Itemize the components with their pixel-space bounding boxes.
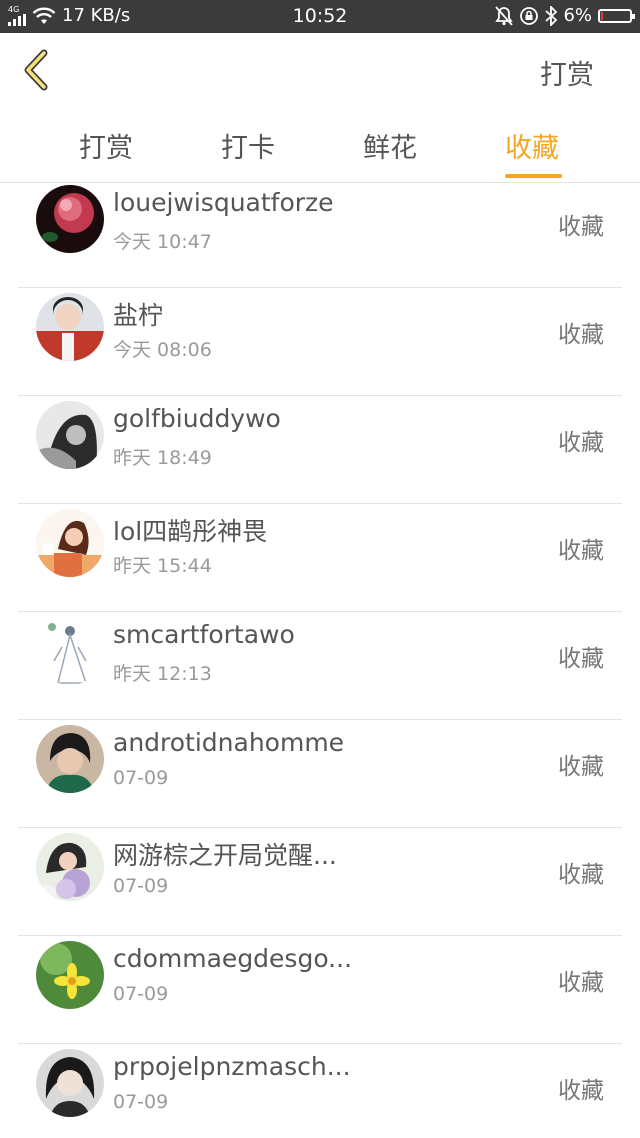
- status-bar: 4G 17 KB/s 10:52 6%: [0, 0, 640, 33]
- list-item[interactable]: 网游棕之开局觉醒... 07-09 收藏: [18, 828, 622, 936]
- item-action: 收藏: [558, 538, 604, 564]
- tab-favorites[interactable]: 收藏: [505, 126, 559, 165]
- list-item[interactable]: lol四鹋彤神畏 昨天 15:44 收藏: [18, 504, 622, 612]
- item-name: smcartfortawo: [113, 620, 295, 649]
- item-name: golfbiuddywo: [113, 404, 281, 433]
- item-time: 昨天 12:13: [113, 663, 212, 685]
- item-time: 今天 08:06: [113, 339, 212, 361]
- item-time: 07-09: [113, 983, 169, 1005]
- battery-level: [601, 11, 603, 20]
- item-action: 收藏: [558, 430, 604, 456]
- header: 打赏: [0, 33, 640, 108]
- list-item[interactable]: androtidnahomme 07-09 收藏: [18, 720, 622, 828]
- list-item[interactable]: cdommaegdesgo... 07-09 收藏: [18, 936, 622, 1044]
- status-right: 6%: [495, 5, 635, 26]
- list-item[interactable]: smcartfortawo 昨天 12:13 收藏: [18, 612, 622, 720]
- item-action: 收藏: [558, 214, 604, 240]
- item-name: cdommaegdesgo...: [113, 944, 353, 973]
- battery-icon: [598, 8, 635, 23]
- list-item[interactable]: prpojelpnzmasch... 07-09 收藏: [18, 1044, 622, 1138]
- avatar: [36, 725, 104, 793]
- list-item[interactable]: golfbiuddywo 昨天 18:49 收藏: [18, 396, 622, 504]
- item-name: lol四鹋彤神畏: [113, 517, 268, 546]
- back-button[interactable]: [18, 47, 66, 95]
- item-name: androtidnahomme: [113, 728, 345, 757]
- item-time: 07-09: [113, 1091, 169, 1113]
- item-name: 网游棕之开局觉醒...: [113, 841, 337, 870]
- avatar: [36, 617, 104, 685]
- tab-flowers[interactable]: 鲜花: [363, 126, 417, 165]
- bell-muted-icon: [495, 5, 514, 26]
- chevron-left-icon: [24, 49, 48, 91]
- avatar: [36, 401, 104, 469]
- tab-checkin[interactable]: 打卡: [221, 126, 275, 165]
- avatar: [36, 293, 104, 361]
- rotation-lock-icon: [520, 6, 539, 25]
- list-item[interactable]: louejwisquatforze 今天 10:47 收藏: [18, 180, 622, 288]
- item-time: 昨天 15:44: [113, 555, 212, 577]
- item-action: 收藏: [558, 862, 604, 888]
- item-time: 今天 10:47: [113, 231, 212, 253]
- bluetooth-icon: [545, 5, 558, 26]
- item-action: 收藏: [558, 646, 604, 672]
- item-time: 07-09: [113, 875, 169, 897]
- tab-bar: 打赏 打卡 鲜花 收藏: [0, 108, 640, 183]
- avatar: [36, 509, 104, 577]
- item-action: 收藏: [558, 754, 604, 780]
- item-name: louejwisquatforze: [113, 188, 334, 217]
- item-action: 收藏: [558, 1078, 604, 1104]
- battery-percent: 6%: [563, 5, 592, 26]
- item-action: 收藏: [558, 970, 604, 996]
- item-action: 收藏: [558, 322, 604, 348]
- tab-reward[interactable]: 打赏: [79, 126, 133, 165]
- avatar: [36, 1049, 104, 1117]
- avatar: [36, 185, 104, 253]
- item-time: 07-09: [113, 767, 169, 789]
- reward-button[interactable]: 打赏: [540, 53, 594, 92]
- list-item[interactable]: 盐柠 今天 08:06 收藏: [18, 288, 622, 396]
- avatar: [36, 833, 104, 901]
- tab-indicator: [505, 174, 562, 178]
- item-name: 盐柠: [113, 301, 164, 330]
- item-name: prpojelpnzmasch...: [113, 1052, 351, 1081]
- avatar: [36, 941, 104, 1009]
- screen: 4G 17 KB/s 10:52 6% 打赏 打赏 打卡 鲜花 收藏 louej…: [0, 0, 640, 1138]
- item-time: 昨天 18:49: [113, 447, 212, 469]
